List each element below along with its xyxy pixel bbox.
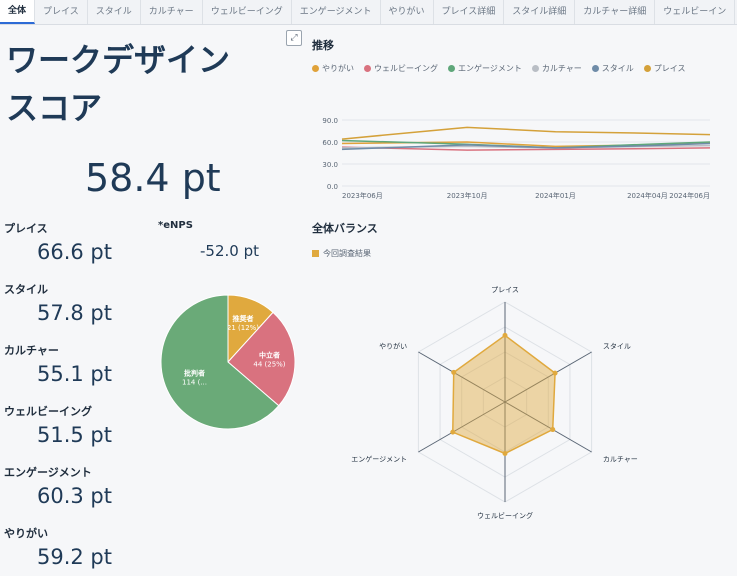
radar-point: [550, 427, 556, 433]
enps-pie-chart: 推奨者21 (12%) 中立者44 (25%) 批判者114 (...: [160, 294, 296, 430]
tab-9[interactable]: カルチャー詳細: [575, 0, 656, 24]
pie-label-0: 推奨者: [232, 314, 253, 323]
legend-label-engagement: エンゲージメント: [458, 64, 522, 73]
x-tick-label: 2024年06月: [669, 191, 710, 200]
overall-score: 58.4 pt: [85, 156, 221, 200]
legend-label-yarigai: やりがい: [322, 64, 354, 73]
metric-label-culture: カルチャー: [4, 344, 59, 357]
radar-legend-label: 今回調査結果: [323, 249, 371, 258]
legend-item-engagement[interactable]: エンゲージメント: [448, 63, 522, 74]
y-tick-label: 90.0: [322, 117, 338, 125]
radar-axis-label: エンゲージメント: [351, 455, 407, 464]
page-title: ワークデザインスコア: [6, 41, 231, 127]
pie-detail-1: 44 (25%): [253, 360, 285, 368]
balance-radar-chart: プレイススタイルカルチャーウェルビーイング エンゲージメント やりがい: [351, 286, 638, 520]
enps-label: *eNPS: [158, 220, 193, 231]
series-line-place: [341, 126, 711, 140]
metric-value-engagement: 60.3 pt: [37, 484, 112, 508]
metric-label-style: スタイル: [4, 283, 48, 296]
tab-6[interactable]: やりがい: [381, 0, 434, 24]
legend-item-culture[interactable]: カルチャー: [531, 63, 582, 74]
radar-legend-swatch: [312, 250, 319, 257]
radar-axis-label: スタイル: [603, 342, 631, 351]
pie-detail-0: 21 (12%): [227, 324, 259, 332]
tab-3[interactable]: カルチャー: [141, 0, 203, 24]
x-tick-label: 2024年01月: [535, 191, 576, 200]
y-tick-label: 0.0: [327, 183, 338, 191]
metric-value-yarigai: 59.2 pt: [37, 545, 112, 569]
pie-label-2: 批判者: [184, 368, 205, 377]
tab-1[interactable]: プレイス: [35, 0, 88, 24]
pie-label-1: 中立者: [259, 350, 280, 359]
legend-dot-engagement: [448, 65, 455, 72]
x-tick-label: 2023年06月: [342, 191, 383, 200]
legend-item-style[interactable]: スタイル: [591, 63, 634, 74]
radar-point: [502, 332, 508, 338]
tab-4[interactable]: ウェルビーイング: [203, 0, 292, 24]
radar-axis-label: ウェルビーイング: [477, 511, 533, 520]
metric-value-style: 57.8 pt: [37, 301, 112, 325]
balance-title: 全体バランス: [312, 222, 378, 235]
tab-bar: 全体 プレイス スタイル カルチャー ウェルビーイング エンゲージメント やりがい プレイス詳…: [0, 0, 737, 25]
y-tick-label: 60.0: [322, 139, 338, 147]
metric-value-place: 66.6 pt: [37, 240, 112, 264]
legend-item-wellbeing[interactable]: ウェルビーイング: [364, 63, 438, 74]
tab-2[interactable]: スタイル: [88, 0, 141, 24]
legend-dot-wellbeing: [364, 65, 371, 72]
trend-title: 推移: [312, 39, 334, 52]
pie-detail-2: 114 (...: [182, 378, 207, 386]
radar-axis-label: カルチャー: [603, 456, 638, 464]
tab-8[interactable]: スタイル詳細: [504, 0, 576, 24]
x-tick-label: 2024年04月: [627, 191, 668, 200]
radar-axis-label: やりがい: [379, 342, 407, 351]
metric-value-culture: 55.1 pt: [37, 362, 112, 386]
radar-axis-label: プレイス: [491, 286, 519, 294]
tab-0[interactable]: 全体: [0, 0, 36, 24]
metric-label-wellbeing: ウェルビーイング: [4, 405, 92, 418]
enps-value: -52.0 pt: [200, 242, 259, 260]
metric-label-yarigai: やりがい: [4, 527, 48, 540]
radar-legend: 今回調査結果: [312, 248, 371, 259]
legend-label-culture: カルチャー: [541, 64, 582, 73]
metric-value-wellbeing: 51.5 pt: [37, 423, 112, 447]
legend-label-wellbeing: ウェルビーイング: [374, 64, 438, 73]
radar-point: [552, 370, 558, 376]
legend-item-yarigai[interactable]: やりがい: [312, 63, 354, 74]
legend-dot-culture: [531, 65, 539, 72]
legend-label-place: プレイス: [653, 64, 686, 73]
tab-7[interactable]: プレイス詳細: [434, 0, 505, 24]
radar-area: [452, 334, 556, 455]
trend-line-chart: 0.0 30.0 60.0 90.0 2023年06月 2023年10月 2024年01月 2…: [322, 117, 711, 200]
y-tick-label: 30.0: [322, 161, 338, 169]
legend-dot-yarigai: [312, 65, 319, 72]
metric-label-place: プレイス: [4, 222, 48, 235]
legend-dot-place: [643, 65, 651, 72]
legend-item-place[interactable]: プレイス: [643, 63, 686, 74]
x-tick-label: 2023年10月: [447, 191, 488, 200]
legend-label-style: スタイル: [601, 64, 634, 73]
metric-label-engagement: エンゲージメント: [4, 466, 92, 479]
expand-icon[interactable]: ⤢: [286, 30, 302, 46]
trend-legend: やりがい ウェルビーイング エンゲージメント カルチャー スタイル プレイス: [312, 63, 686, 74]
radar-point: [450, 429, 456, 435]
legend-dot-style: [591, 65, 599, 72]
radar-point: [502, 451, 508, 456]
radar-point: [451, 369, 457, 375]
tab-10[interactable]: ウェルビーイン: [655, 0, 736, 24]
tab-5[interactable]: エンゲージメント: [292, 0, 381, 24]
